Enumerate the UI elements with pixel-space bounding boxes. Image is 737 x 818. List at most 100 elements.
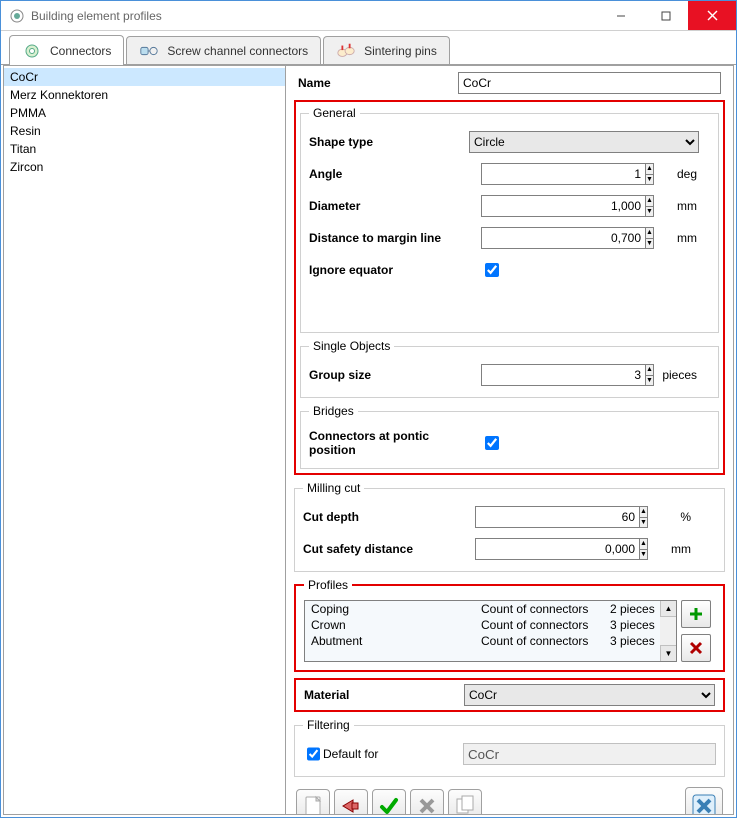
red-group: General Shape type Circle Angle ▲▼ deg D… [294,100,725,475]
sidebar-item[interactable]: Titan [4,140,285,158]
tab-sintering-label: Sintering pins [364,44,437,58]
new-button[interactable] [296,789,330,814]
profiles-list[interactable]: Coping Count of connectors 2 pieces Crow… [304,600,677,662]
shape-type-label: Shape type [309,135,469,149]
maximize-button[interactable] [643,1,688,30]
tab-screw-channel-label: Screw channel connectors [167,44,308,58]
dist-margin-unit: mm [651,231,699,245]
delete-profile-button[interactable] [681,634,711,662]
tab-connectors[interactable]: Connectors [9,35,124,65]
sidebar-item[interactable]: Merz Konnektoren [4,86,285,104]
delete-button[interactable] [410,789,444,814]
app-icon [9,8,25,24]
cut-safety-unit: mm [645,542,693,556]
save-button[interactable] [372,789,406,814]
sidebar-item-label: Merz Konnektoren [10,88,108,102]
material-select[interactable]: CoCr [464,684,715,706]
bridges-legend: Bridges [309,404,358,418]
bridges-fieldset: Bridges Connectors at pontic position [300,404,719,469]
milling-cut-legend: Milling cut [303,481,364,495]
diameter-unit: mm [651,199,699,213]
window-buttons [598,1,736,30]
bottom-toolbar [294,783,725,814]
sintering-icon [336,43,356,59]
content: CoCr Merz Konnektoren PMMA Resin Titan Z… [3,65,734,815]
cut-depth-input[interactable] [475,506,640,528]
ignore-equator-label: Ignore equator [309,263,469,277]
cut-safety-input[interactable] [475,538,640,560]
titlebar: Building element profiles [1,1,736,31]
material-label: Material [304,688,464,702]
profiles-fieldset: Profiles Coping Count of connectors 2 pi… [294,578,725,672]
dist-margin-label: Distance to margin line [309,231,469,245]
sidebar[interactable]: CoCr Merz Konnektoren PMMA Resin Titan Z… [4,66,286,814]
single-objects-fieldset: Single Objects Group size ▲▼ pieces [300,339,719,398]
profile-name: Crown [311,618,481,632]
diameter-input[interactable] [481,195,646,217]
profile-row[interactable]: Abutment Count of connectors 3 pieces [305,633,676,649]
shape-type-select[interactable]: Circle [469,131,699,153]
general-fieldset: General Shape type Circle Angle ▲▼ deg D… [300,106,719,333]
scroll-down[interactable]: ▼ [660,645,676,661]
angle-unit: deg [651,167,699,181]
dist-margin-input[interactable] [481,227,646,249]
screw-channel-icon [139,43,159,59]
angle-input[interactable] [481,163,646,185]
tab-screw-channel[interactable]: Screw channel connectors [126,36,321,64]
sidebar-item-label: CoCr [10,70,38,84]
milling-cut-fieldset: Milling cut Cut depth ▲▼ % Cut safety di… [294,481,725,572]
profile-count-label: Count of connectors [481,634,610,648]
undo-button[interactable] [334,789,368,814]
sidebar-item-label: Zircon [10,160,43,174]
conn-pontic-checkbox[interactable] [485,436,499,450]
tab-connectors-label: Connectors [50,44,111,58]
profile-row[interactable]: Coping Count of connectors 2 pieces [305,601,676,617]
conn-pontic-label: Connectors at pontic position [309,429,469,457]
close-button[interactable] [688,1,736,30]
minimize-button[interactable] [598,1,643,30]
copy-button[interactable] [448,789,482,814]
profile-row[interactable]: Crown Count of connectors 3 pieces [305,617,676,633]
sidebar-item[interactable]: Resin [4,122,285,140]
sidebar-item-label: PMMA [10,106,46,120]
cut-safety-label: Cut safety distance [303,542,463,556]
general-legend: General [309,106,360,120]
group-size-input[interactable] [481,364,646,386]
angle-label: Angle [309,167,469,181]
profile-count-label: Count of connectors [481,618,610,632]
default-for-input [463,743,716,765]
sidebar-item[interactable]: PMMA [4,104,285,122]
profile-name: Abutment [311,634,481,648]
group-size-unit: pieces [651,368,699,382]
name-label: Name [298,76,458,90]
default-for-label: Default for [323,747,463,761]
sidebar-item[interactable]: Zircon [4,158,285,176]
ignore-equator-checkbox[interactable] [485,263,499,277]
cut-depth-unit: % [645,510,693,524]
single-objects-legend: Single Objects [309,339,394,353]
sidebar-item-label: Titan [10,142,36,156]
name-input[interactable] [458,72,721,94]
sidebar-item-label: Resin [10,124,41,138]
tab-sintering[interactable]: Sintering pins [323,36,450,64]
material-box: Material CoCr [294,678,725,712]
diameter-label: Diameter [309,199,469,213]
scroll-up[interactable]: ▲ [660,601,676,617]
group-size-label: Group size [309,368,469,382]
profile-count-label: Count of connectors [481,602,610,616]
profiles-legend: Profiles [304,578,352,592]
name-row: Name [294,72,725,94]
main-form: Name General Shape type Circle Angle ▲ ▼ [286,66,733,814]
close-dialog-button[interactable] [685,787,723,814]
profile-name: Coping [311,602,481,616]
tab-bar: Connectors Screw channel connectors Sint… [1,31,736,65]
default-for-checkbox[interactable] [307,747,320,761]
sidebar-item[interactable]: CoCr [4,68,285,86]
connectors-icon [22,43,42,59]
window-title: Building element profiles [31,9,598,23]
window: Building element profiles Connectors Scr… [0,0,737,818]
scroll-track[interactable] [660,617,676,645]
filtering-fieldset: Filtering Default for [294,718,725,777]
cut-depth-label: Cut depth [303,510,463,524]
add-profile-button[interactable] [681,600,711,628]
